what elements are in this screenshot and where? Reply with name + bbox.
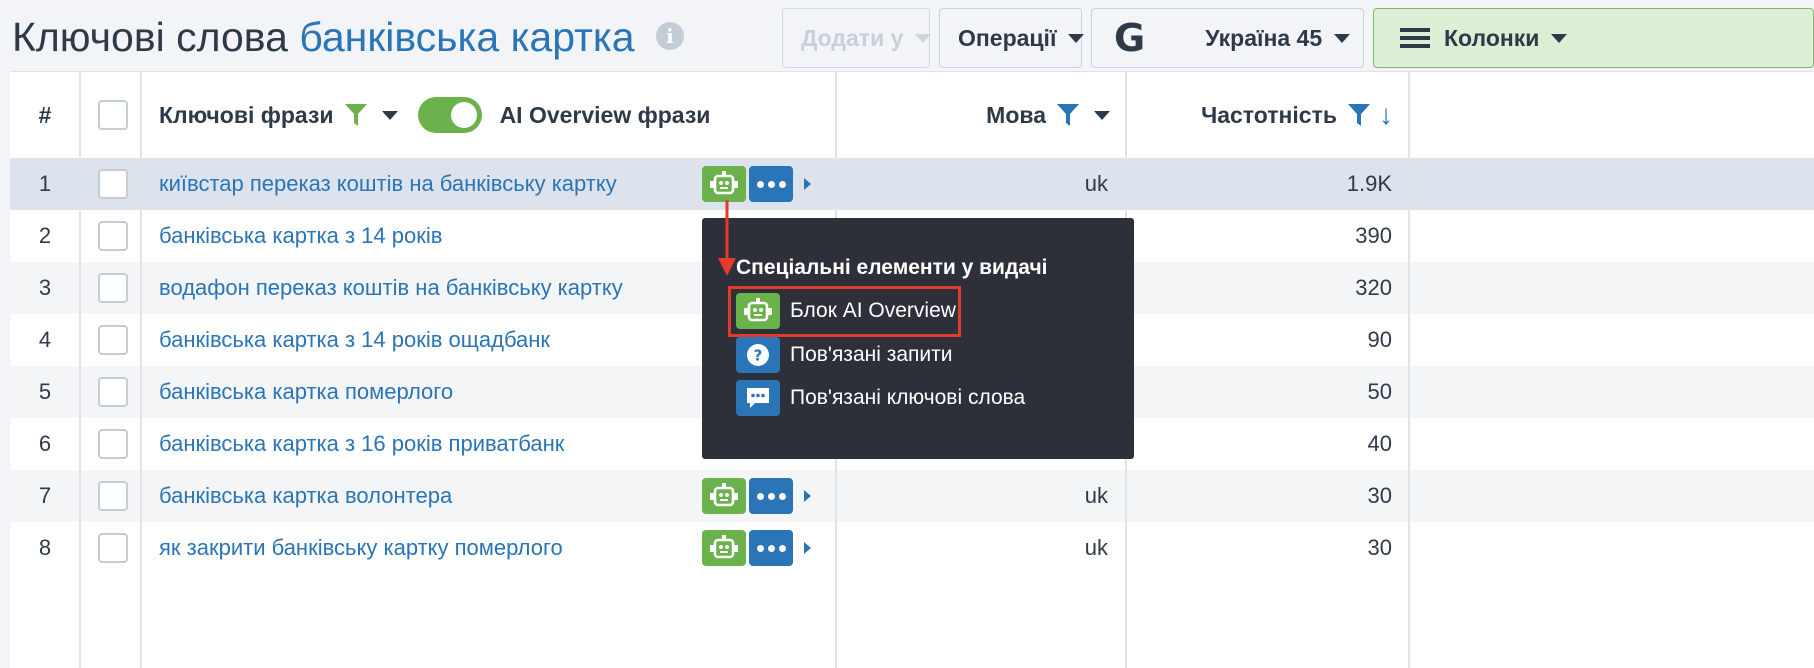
region-selector[interactable]: G Україна 45	[1091, 8, 1364, 68]
more-options-button[interactable]	[749, 530, 793, 566]
language-cell: uk	[1084, 171, 1108, 196]
keyword-link[interactable]: банківська картка з 16 років приватбанк	[159, 418, 564, 470]
highlight-box	[728, 286, 961, 337]
chevron-down-icon[interactable]	[1094, 110, 1110, 120]
col-language-label: Мова	[986, 101, 1046, 128]
frequency-cell: 30	[1367, 535, 1392, 560]
row-checkbox[interactable]	[98, 325, 128, 355]
chevron-down-icon[interactable]	[381, 110, 398, 120]
table-row[interactable]: 7 банківська картка волонтера uk 30	[10, 470, 1814, 522]
row-checkbox[interactable]	[98, 533, 128, 563]
chevron-down-icon	[915, 33, 932, 43]
col-keywords-label: Ключові фрази	[159, 101, 334, 128]
chevron-down-icon	[1334, 33, 1351, 43]
frequency-cell: 40	[1367, 431, 1392, 456]
language-cell: uk	[1084, 535, 1108, 560]
row-checkbox[interactable]	[98, 273, 128, 303]
row-number: 1	[38, 171, 52, 196]
country-label: Україна 45	[1205, 24, 1323, 51]
row-checkbox[interactable]	[98, 221, 128, 251]
keyword-link[interactable]: банківська картка з 14 років ощадбанк	[159, 314, 550, 366]
ai-overview-icon[interactable]	[702, 530, 746, 566]
row-number: 4	[38, 327, 52, 352]
row-number: 5	[38, 379, 52, 404]
add-to-label: Додати у	[801, 24, 904, 51]
columns-button[interactable]: Колонки	[1373, 8, 1814, 68]
info-icon[interactable]: i	[655, 22, 684, 51]
col-frequency: Частотність ↓	[1127, 72, 1393, 158]
language-cell: uk	[1084, 483, 1108, 508]
sort-desc-icon[interactable]: ↓	[1379, 99, 1393, 131]
more-options-button[interactable]	[749, 166, 793, 202]
frequency-cell: 90	[1367, 327, 1392, 352]
filter-icon[interactable]	[1347, 102, 1371, 128]
col-ai-overview-label: AI Overview фрази	[499, 101, 711, 128]
row-number: 3	[38, 275, 52, 300]
row-number: 8	[38, 535, 52, 560]
row-checkbox[interactable]	[98, 481, 128, 511]
operations-label: Операції	[958, 24, 1057, 51]
popover-item-related-questions: ? Пов'язані запити	[736, 335, 952, 375]
filter-icon[interactable]	[344, 102, 368, 128]
popover-item-related-keywords: Пов'язані ключові слова	[736, 378, 1025, 418]
page-title: Ключові слова банківська картка i	[12, 14, 684, 61]
col-index: #	[38, 101, 52, 128]
row-number: 2	[38, 223, 52, 248]
annotation-arrow-icon	[718, 200, 736, 276]
frequency-cell: 1.9K	[1346, 171, 1392, 196]
column-divider	[140, 72, 142, 668]
col-frequency-label: Частотність	[1201, 101, 1337, 128]
row-checkbox[interactable]	[98, 429, 128, 459]
table-header: # Ключові фрази AI Overview фрази Мова Ч…	[10, 72, 1814, 158]
svg-text:?: ?	[754, 347, 763, 365]
column-divider	[1408, 72, 1410, 668]
expand-arrow-icon[interactable]	[804, 178, 811, 190]
ai-overview-toggle[interactable]	[417, 97, 482, 133]
operations-button[interactable]: Операції	[939, 8, 1085, 68]
title-keyword: банківська картка	[299, 14, 635, 60]
serp-features-popover: Спеціальні елементи у видачі Блок AI Ove…	[702, 218, 1134, 459]
popover-title: Спеціальні елементи у видачі	[736, 256, 1048, 279]
page: Ключові слова банківська картка i Додати…	[0, 0, 1814, 668]
add-to-button: Додати у	[782, 8, 932, 68]
table-row[interactable]: 8 як закрити банківську картку померлого…	[10, 522, 1814, 574]
col-language: Мова	[836, 72, 1110, 158]
columns-list-icon	[1400, 24, 1430, 52]
chat-bubble-icon	[736, 380, 780, 416]
keyword-link[interactable]: київстар переказ коштів на банківську ка…	[159, 158, 617, 210]
keyword-link[interactable]: банківська картка з 14 років	[159, 210, 442, 262]
keyword-link[interactable]: як закрити банківську картку померлого	[159, 522, 563, 574]
keyword-link[interactable]: банківська картка померлого	[159, 366, 453, 418]
table-row[interactable]: 1 київстар переказ коштів на банківську …	[10, 158, 1814, 210]
title-prefix: Ключові слова	[12, 14, 288, 60]
filter-icon[interactable]	[1056, 102, 1080, 128]
row-checkbox[interactable]	[98, 169, 128, 199]
expand-arrow-icon[interactable]	[804, 490, 811, 502]
chevron-down-icon	[1068, 33, 1085, 43]
keyword-link[interactable]: водафон переказ коштів на банківську кар…	[159, 262, 623, 314]
row-number: 7	[38, 483, 52, 508]
question-icon: ?	[736, 337, 780, 373]
keyword-link[interactable]: банківська картка волонтера	[159, 470, 452, 522]
ai-overview-icon[interactable]	[702, 478, 746, 514]
frequency-cell: 390	[1355, 223, 1392, 248]
popover-item-label: Пов'язані запити	[790, 343, 953, 366]
popover-item-label: Пов'язані ключові слова	[790, 386, 1026, 409]
columns-label: Колонки	[1444, 24, 1540, 51]
select-all-checkbox[interactable]	[98, 100, 128, 130]
frequency-cell: 320	[1355, 275, 1392, 300]
column-divider	[79, 72, 81, 668]
select-all-cell	[98, 72, 128, 158]
expand-arrow-icon[interactable]	[804, 542, 811, 554]
row-checkbox[interactable]	[98, 377, 128, 407]
col-keywords: Ключові фрази AI Overview фрази	[159, 72, 710, 158]
google-logo-icon: G	[1114, 16, 1146, 60]
row-number: 6	[38, 431, 52, 456]
frequency-cell: 30	[1367, 483, 1392, 508]
chevron-down-icon	[1551, 33, 1568, 43]
more-options-button[interactable]	[749, 478, 793, 514]
frequency-cell: 50	[1367, 379, 1392, 404]
